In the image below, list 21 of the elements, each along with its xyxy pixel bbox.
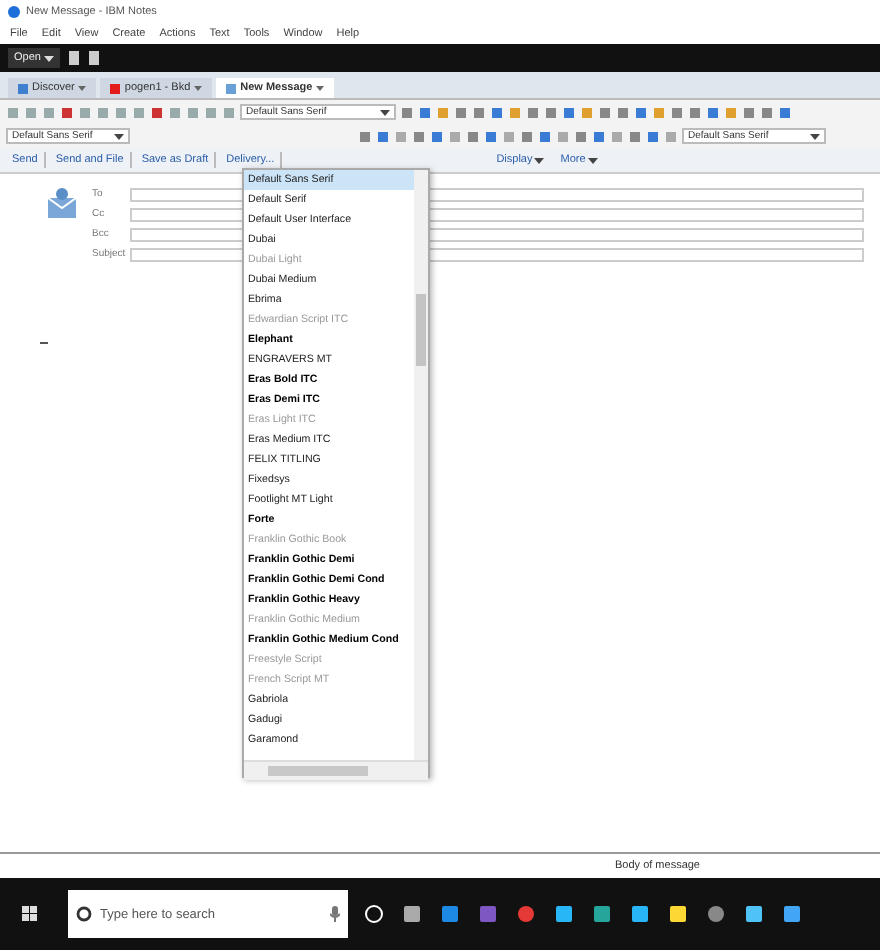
caret-icon [114, 133, 124, 139]
caret-icon [810, 133, 820, 139]
search-icon [76, 906, 92, 922]
dropdown-caret-icon [316, 85, 325, 91]
tab-icon [226, 83, 237, 93]
app-logo-icon [8, 6, 20, 18]
caret-icon [587, 157, 598, 163]
caret-icon [44, 55, 55, 61]
scrollbar[interactable] [414, 170, 428, 760]
tab-icon [18, 83, 28, 93]
dropdown-caret-icon [78, 85, 87, 91]
scroll-thumb[interactable] [416, 294, 426, 366]
microphone-icon [330, 906, 340, 922]
caret-icon [380, 109, 390, 115]
caret-icon [534, 157, 545, 163]
envelope-avatar-icon [44, 186, 80, 222]
windows-icon[interactable] [22, 906, 37, 921]
scroll-thumb[interactable] [268, 766, 368, 776]
scrollbar[interactable] [244, 760, 428, 780]
tab-icon [110, 83, 121, 93]
dropdown-caret-icon [194, 85, 203, 91]
